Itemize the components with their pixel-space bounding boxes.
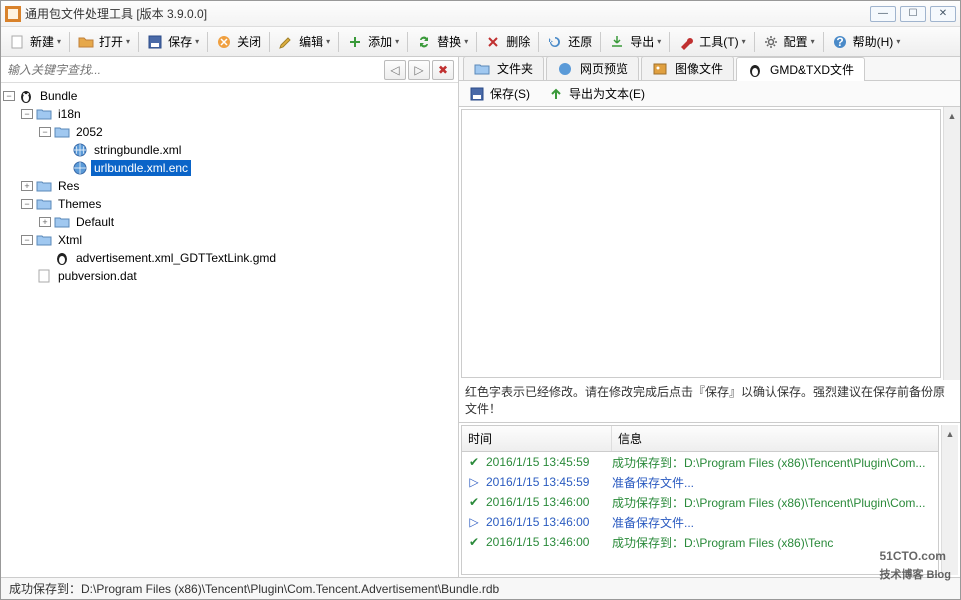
- tools-button[interactable]: 工具(T)▾: [674, 31, 749, 52]
- tab-web-preview[interactable]: 网页预览: [546, 56, 639, 80]
- config-button[interactable]: 配置▾: [759, 31, 819, 52]
- log-row[interactable]: ✔2016/1/15 13:46:00成功保存到：D:\Program File…: [462, 492, 938, 512]
- folder-open-icon: [36, 196, 52, 212]
- app-icon: [5, 6, 21, 22]
- folder-open-icon: [36, 106, 52, 122]
- image-icon: [652, 61, 668, 77]
- export-text-button[interactable]: 导出为文本(E): [544, 83, 649, 104]
- tree-node[interactable]: stringbundle.xml: [91, 142, 184, 158]
- tree-node[interactable]: pubversion.dat: [55, 268, 140, 284]
- tree-node[interactable]: Default: [73, 214, 117, 230]
- log-table: 时间 信息 ✔2016/1/15 13:45:59成功保存到：D:\Progra…: [461, 425, 939, 575]
- save-button[interactable]: 保存▾: [143, 31, 203, 52]
- tree-node[interactable]: Xtml: [55, 232, 85, 248]
- penguin-icon: [18, 88, 34, 104]
- tree-node[interactable]: 2052: [73, 124, 106, 140]
- log-row[interactable]: ▷2016/1/15 13:45:59准备保存文件...: [462, 472, 938, 492]
- folder-open-icon: [54, 124, 70, 140]
- next-button[interactable]: ▷: [408, 60, 430, 80]
- restore-button[interactable]: 还原: [543, 31, 596, 52]
- folder-open-icon: [36, 232, 52, 248]
- save-icon: [469, 86, 485, 102]
- penguin-icon: [747, 62, 763, 78]
- title-bar: 通用包文件处理工具 [版本 3.9.0.0] — ☐ ✕: [1, 1, 960, 27]
- export-button[interactable]: 导出▾: [605, 31, 665, 52]
- status-text: 成功保存到：D:\Program Files (x86)\Tencent\Plu…: [9, 580, 499, 597]
- globe-icon: [72, 142, 88, 158]
- status-bar: 成功保存到：D:\Program Files (x86)\Tencent\Plu…: [1, 577, 960, 599]
- add-button[interactable]: 添加▾: [343, 31, 403, 52]
- editor-pane: ▲ 红色字表示已经修改。请在修改完成后点击『保存』以确认保存。强烈建议在保存前备…: [459, 107, 960, 423]
- left-panel: ◁ ▷ ✖ −Bundle −i18n −2052 stringbundle.x…: [1, 57, 459, 577]
- sub-toolbar: 保存(S) 导出为文本(E): [459, 81, 960, 107]
- replace-button[interactable]: 替换▾: [412, 31, 472, 52]
- check-icon: ✔: [466, 455, 482, 469]
- log-body[interactable]: ✔2016/1/15 13:45:59成功保存到：D:\Program File…: [462, 452, 938, 574]
- log-row[interactable]: ✔2016/1/15 13:45:59成功保存到：D:\Program File…: [462, 452, 938, 472]
- folder-icon: [54, 214, 70, 230]
- tree-node[interactable]: i18n: [55, 106, 84, 122]
- play-icon: ▷: [466, 515, 482, 529]
- edit-button[interactable]: 编辑▾: [274, 31, 334, 52]
- check-icon: ✔: [466, 535, 482, 549]
- maximize-button[interactable]: ☐: [900, 6, 926, 22]
- clear-search-button[interactable]: ✖: [432, 60, 454, 80]
- col-msg-header[interactable]: 信息: [612, 426, 938, 451]
- folder-icon: [474, 61, 490, 77]
- prev-button[interactable]: ◁: [384, 60, 406, 80]
- scrollbar-v[interactable]: ▲: [943, 107, 960, 380]
- search-input[interactable]: [5, 61, 382, 79]
- tree-node[interactable]: Res: [55, 178, 82, 194]
- col-time-header[interactable]: 时间: [462, 426, 612, 451]
- tab-gmd-txd[interactable]: GMD&TXD文件: [736, 57, 865, 81]
- penguin-icon: [54, 250, 70, 266]
- tab-image-file[interactable]: 图像文件: [641, 56, 734, 80]
- right-panel: 文件夹 网页预览 图像文件 GMD&TXD文件 保存(S) 导出为文本(E) ▲…: [459, 57, 960, 577]
- tree-node[interactable]: Themes: [55, 196, 104, 212]
- help-button[interactable]: ?帮助(H)▾: [828, 31, 905, 52]
- close-file-button[interactable]: 关闭: [212, 31, 265, 52]
- tabs: 文件夹 网页预览 图像文件 GMD&TXD文件: [459, 57, 960, 81]
- editor-textarea[interactable]: [461, 109, 941, 378]
- main-toolbar: 新建▾ 打开▾ 保存▾ 关闭 编辑▾ 添加▾ 替换▾ 删除 还原 导出▾ 工具(…: [1, 27, 960, 57]
- tab-folder[interactable]: 文件夹: [463, 56, 544, 80]
- globe-icon: [557, 61, 573, 77]
- check-icon: ✔: [466, 495, 482, 509]
- folder-icon: [36, 178, 52, 194]
- file-icon: [36, 268, 52, 284]
- editor-hint: 红色字表示已经修改。请在修改完成后点击『保存』以确认保存。强烈建议在保存前备份原…: [459, 380, 960, 422]
- globe-icon: [72, 160, 88, 176]
- log-row[interactable]: ✔2016/1/15 13:46:00成功保存到：D:\Program File…: [462, 532, 938, 552]
- expander-icon[interactable]: −: [3, 91, 15, 101]
- delete-button[interactable]: 删除: [481, 31, 534, 52]
- close-button[interactable]: ✕: [930, 6, 956, 22]
- window-title: 通用包文件处理工具 [版本 3.9.0.0]: [25, 5, 870, 22]
- tree-node[interactable]: Bundle: [37, 88, 80, 104]
- tree-node[interactable]: advertisement.xml_GDTTextLink.gmd: [73, 250, 279, 266]
- log-row[interactable]: ▷2016/1/15 13:46:00准备保存文件...: [462, 512, 938, 532]
- tree-node-selected[interactable]: urlbundle.xml.enc: [91, 160, 191, 176]
- open-button[interactable]: 打开▾: [74, 31, 134, 52]
- log-scrollbar[interactable]: ▲: [941, 425, 958, 575]
- play-icon: ▷: [466, 475, 482, 489]
- new-button[interactable]: 新建▾: [5, 31, 65, 52]
- svg-text:?: ?: [836, 35, 843, 49]
- minimize-button[interactable]: —: [870, 6, 896, 22]
- sub-save-button[interactable]: 保存(S): [465, 83, 534, 104]
- file-tree[interactable]: −Bundle −i18n −2052 stringbundle.xml url…: [1, 83, 458, 577]
- arrow-up-icon: [548, 86, 564, 102]
